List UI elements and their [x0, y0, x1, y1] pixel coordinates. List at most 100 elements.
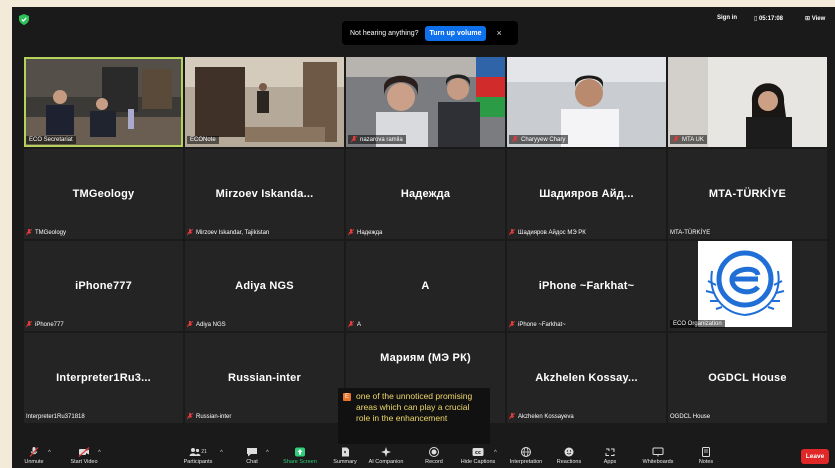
chat-icon [247, 448, 257, 457]
muted-microphone-icon [29, 447, 39, 457]
view-button[interactable]: ⊞ View [805, 15, 825, 22]
participant-tile[interactable]: A A [346, 241, 505, 331]
chevron-up-icon[interactable]: ^ [494, 450, 497, 456]
ai-companion-button[interactable]: AI Companion [364, 444, 408, 468]
participant-tile[interactable]: OGDCL House OGDCL House [668, 333, 827, 423]
apps-icon [605, 448, 615, 456]
meeting-window: Not hearing anything? Turn up volume × S… [12, 7, 835, 468]
video-off-icon [78, 447, 90, 457]
participant-label: ECONote [187, 136, 219, 144]
live-caption-box[interactable]: E one of the unnoticed promising areas w… [338, 388, 490, 444]
video-tile[interactable]: Charyyew Chary [507, 57, 666, 147]
participant-tile[interactable]: TMGeology TMGeology [24, 149, 183, 239]
whiteboards-button[interactable]: Whiteboards [638, 444, 678, 468]
chevron-up-icon[interactable]: ^ [98, 450, 101, 456]
close-icon[interactable]: × [496, 28, 501, 38]
participant-tile[interactable]: iPhone ~Farkhat~ iPhone ~Farkhat~ [507, 241, 666, 331]
sign-in-link[interactable]: Sign in [717, 15, 737, 21]
record-icon [429, 447, 439, 457]
video-tile[interactable]: ECO Secretariat [24, 57, 183, 147]
participant-name: Надежда [400, 188, 451, 200]
participant-label: iPhone777 [26, 321, 64, 328]
participant-name: Akzhelen Kossay... [535, 372, 638, 384]
unmute-button[interactable]: Unmute [22, 444, 46, 468]
notes-button[interactable]: Notes [694, 444, 718, 468]
meeting-timer: ▯ 05:17:08 [754, 15, 783, 22]
participant-label: iPhone ~Farkhat~ [509, 321, 566, 328]
globe-icon [521, 447, 531, 457]
participant-label: ECO Secretariat [26, 136, 76, 144]
video-tile[interactable]: nazarova ramila [346, 57, 505, 147]
reactions-button[interactable]: Reactions [552, 444, 586, 468]
turn-up-volume-button[interactable]: Turn up volume [424, 25, 487, 41]
participant-name: A [421, 280, 430, 292]
video-tile[interactable]: MTA UK [668, 57, 827, 147]
participant-label: Russian-inter [187, 413, 231, 420]
participant-tile[interactable]: Akzhelen Kossay... Akzhelen Kossayeva [507, 333, 666, 423]
interpretation-button[interactable]: Interpretation [506, 444, 546, 468]
start-video-button[interactable]: Start Video [64, 444, 104, 468]
participant-tile[interactable]: MTA-TÜRKİYE MTA-TÜRKİYE [668, 149, 827, 239]
closed-captions-icon: cc [472, 448, 484, 456]
participant-tile[interactable]: Шадияров Айд... Шадияров Айдос МЭ РК [507, 149, 666, 239]
video-feed [507, 57, 666, 147]
video-feed [668, 57, 827, 147]
participant-label: Надежда [348, 229, 382, 236]
leave-button[interactable]: Leave [801, 449, 829, 464]
timer-value: 05:17:08 [758, 16, 783, 22]
hide-captions-button[interactable]: cc Hide Captions [456, 444, 500, 468]
participant-label: Adiya NGS [187, 321, 226, 328]
muted-mic-icon [351, 136, 357, 143]
participant-label: nazarova ramila [348, 135, 406, 144]
muted-mic-icon [26, 321, 32, 328]
participant-name: OGDCL House [708, 372, 787, 384]
share-screen-button[interactable]: Share Screen [280, 444, 320, 468]
chevron-up-icon[interactable]: ^ [220, 450, 223, 456]
video-feed [346, 57, 505, 147]
participant-name: Adiya NGS [235, 280, 294, 292]
participant-name: Мариям (МЭ РК) [380, 352, 471, 364]
participant-name: Interpreter1Ru3... [56, 372, 151, 384]
participant-label: Шадияров Айдос МЭ РК [509, 229, 586, 236]
muted-mic-icon [26, 229, 32, 236]
video-tile[interactable]: ECONote [185, 57, 344, 147]
muted-mic-icon [187, 413, 193, 420]
participant-tile[interactable]: Надежда Надежда [346, 149, 505, 239]
chevron-up-icon[interactable]: ^ [266, 450, 269, 456]
participant-label: A [348, 321, 361, 328]
participant-label: Charyyew Chary [509, 135, 569, 144]
participant-name: Russian-inter [228, 372, 301, 384]
participant-label: Mirzoev Iskandar, Tajikistan [187, 229, 269, 236]
participant-name: Mirzoev Iskanda... [215, 188, 314, 200]
muted-mic-icon [187, 229, 193, 236]
participant-label: ECO Organization [670, 320, 725, 328]
share-screen-icon [295, 447, 305, 457]
participant-name: iPhone ~Farkhat~ [538, 280, 635, 292]
participant-tile[interactable]: iPhone777 iPhone777 [24, 241, 183, 331]
participant-label: MTA UK [670, 135, 707, 144]
notification-text: Not hearing anything? [350, 29, 419, 37]
summary-icon [342, 447, 349, 457]
participant-tile[interactable]: Mirzoev Iskanda... Mirzoev Iskandar, Taj… [185, 149, 344, 239]
video-feed [24, 57, 183, 147]
participant-tile[interactable]: ECO Organization [668, 241, 827, 331]
participant-name: Шадияров Айд... [539, 188, 634, 200]
participants-button[interactable]: 21 Participants [180, 444, 216, 468]
participant-tile[interactable]: Adiya NGS Adiya NGS [185, 241, 344, 331]
participant-name: TMGeology [72, 188, 135, 200]
participant-tile[interactable]: Interpreter1Ru3... Interpreter1Ru371818 [24, 333, 183, 423]
muted-mic-icon [509, 229, 515, 236]
muted-mic-icon [348, 229, 354, 236]
shield-icon[interactable] [19, 14, 29, 25]
view-label: View [811, 16, 826, 22]
chevron-up-icon[interactable]: ^ [48, 450, 51, 456]
participant-name: MTA-TÜRKİYE [708, 188, 787, 200]
record-button[interactable]: Record [422, 444, 446, 468]
video-feed [185, 57, 344, 147]
participant-tile[interactable]: Russian-inter Russian-inter [185, 333, 344, 423]
meeting-toolbar: Unmute ^ Start Video ^ 21 Participants ^… [12, 444, 835, 468]
apps-button[interactable]: Apps [598, 444, 622, 468]
top-bar: Not hearing anything? Turn up volume × S… [12, 7, 835, 45]
chat-button[interactable]: Chat [240, 444, 264, 468]
summary-button[interactable]: Summary [330, 444, 360, 468]
